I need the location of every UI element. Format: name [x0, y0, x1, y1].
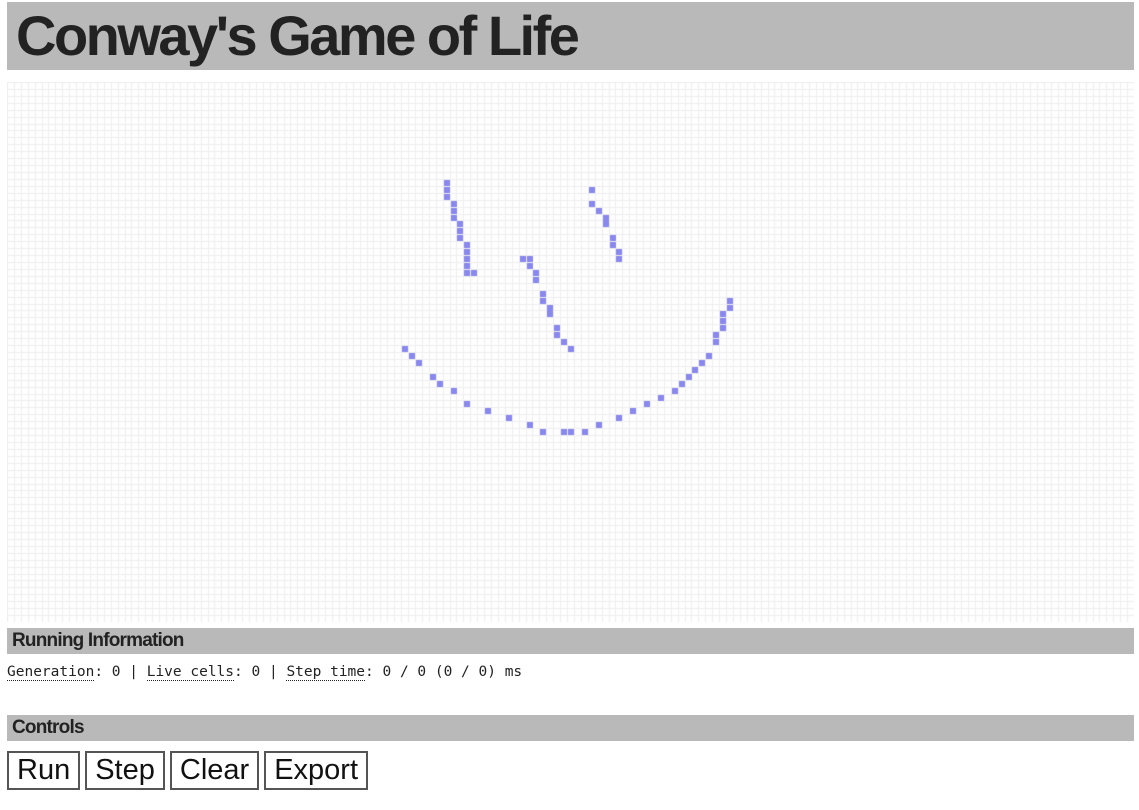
- export-button[interactable]: Export: [264, 751, 369, 790]
- running-info-header: Running Information: [7, 628, 1134, 654]
- live-cells-label: Live cells: [146, 664, 235, 681]
- live-cells-value: 0: [251, 664, 261, 680]
- controls-header: Controls: [7, 715, 1134, 741]
- generation-label: Generation: [7, 664, 95, 681]
- page-title: Conway's Game of Life: [16, 4, 580, 67]
- clear-button[interactable]: Clear: [169, 751, 260, 790]
- run-button[interactable]: Run: [7, 751, 81, 790]
- generation-value: 0: [111, 664, 121, 680]
- step-time-label: Step time: [286, 664, 366, 681]
- life-grid-canvas[interactable]: [7, 82, 1134, 622]
- running-info-line: Generation: 0 | Live cells: 0 | Step tim…: [7, 664, 523, 681]
- step-time-value: 0 / 0 (0 / 0) ms: [382, 664, 523, 680]
- controls-buttons: Run Step Clear Export: [7, 751, 369, 790]
- controls-heading: Controls: [12, 717, 85, 738]
- running-info-heading: Running Information: [12, 630, 184, 651]
- step-button[interactable]: Step: [85, 751, 165, 790]
- title-bar: Conway's Game of Life: [7, 2, 1134, 70]
